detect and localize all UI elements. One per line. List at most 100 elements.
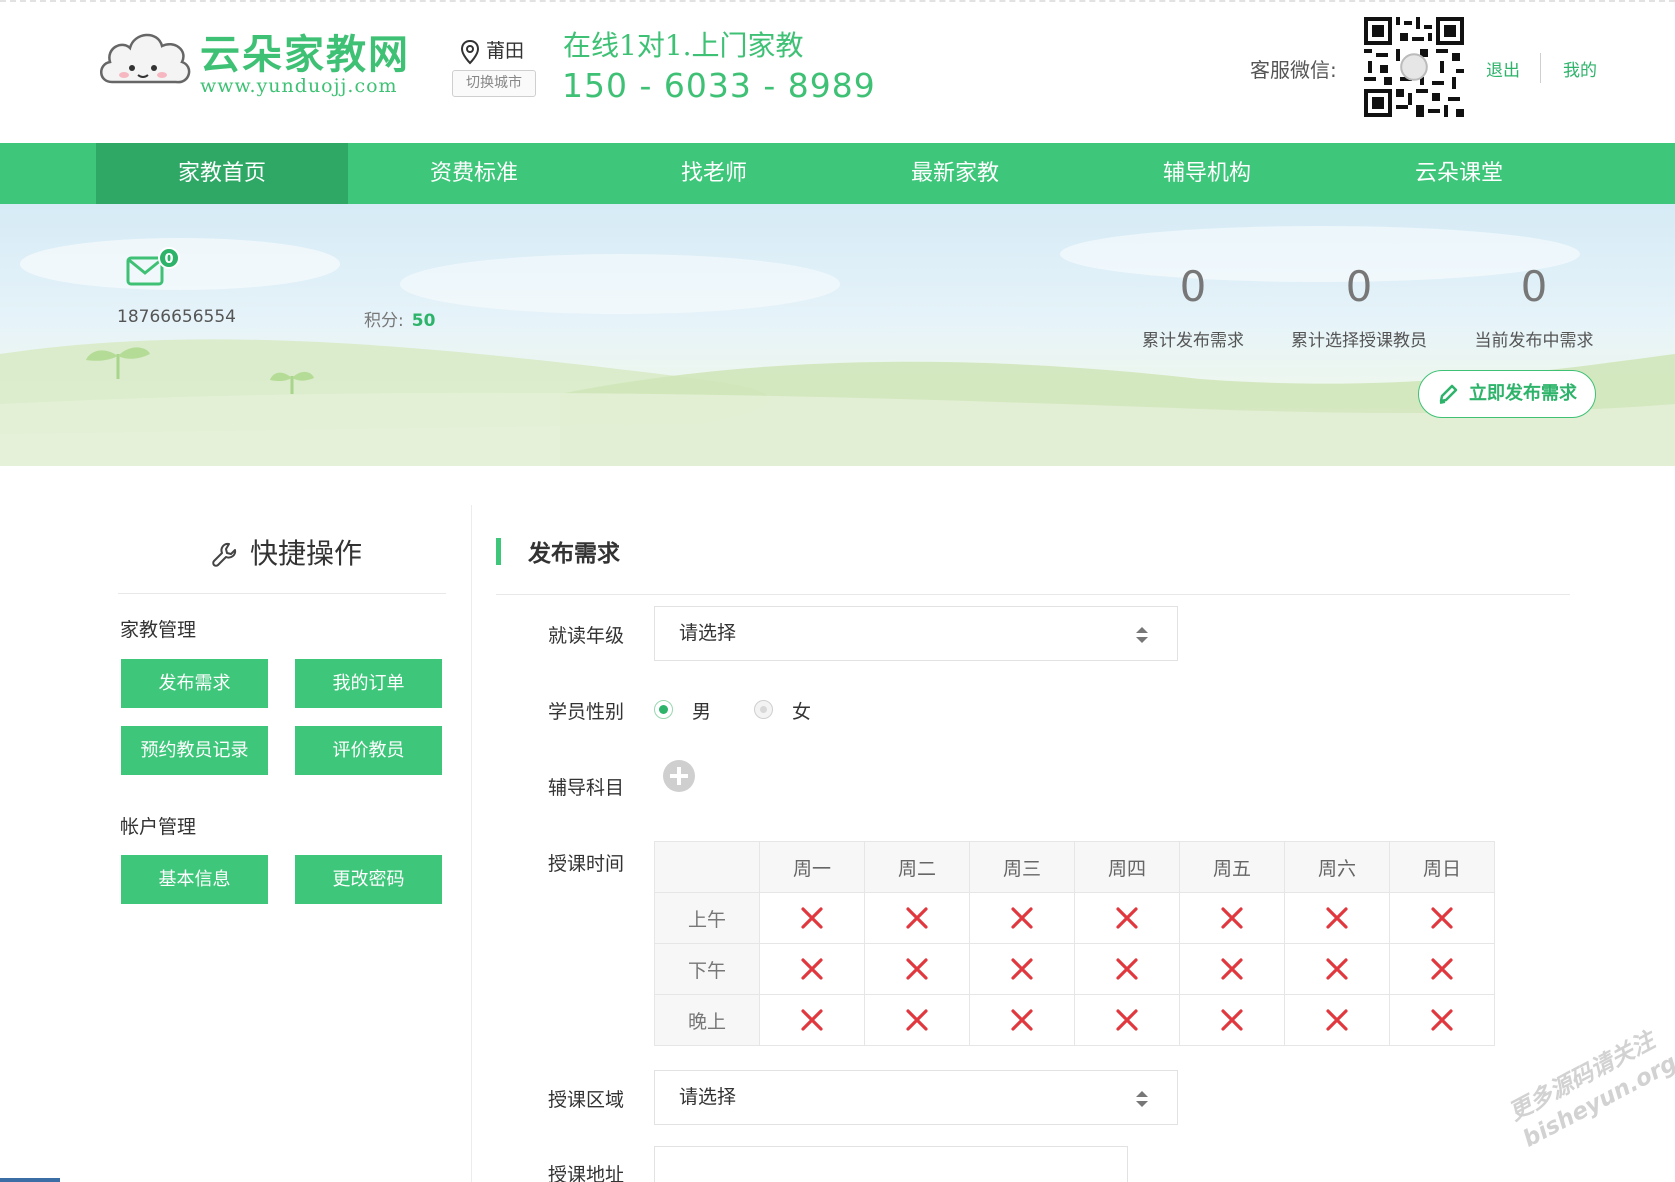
stat-total-selected-teachers: 0 累计选择授课教员 — [1279, 262, 1439, 351]
unavailable-x-icon — [1011, 1009, 1033, 1031]
time-label: 授课时间 — [548, 853, 625, 875]
gender-female-radio[interactable] — [754, 700, 773, 719]
period-header: 下午 — [654, 943, 760, 995]
schedule-slot[interactable] — [969, 994, 1075, 1046]
nav-item-pricing[interactable]: 资费标准 — [348, 143, 600, 204]
stat-current-published: 0 当前发布中需求 — [1454, 262, 1614, 351]
slogan: 在线1对1.上门家教 — [563, 29, 804, 62]
gender-male-radio[interactable] — [654, 700, 673, 719]
subject-label: 辅导科目 — [548, 777, 625, 799]
stat-value: 0 — [1179, 262, 1207, 311]
schedule-table: 周一 周二 周三 周四 周五 周六 周日 上午 下午 晚上 — [654, 841, 1495, 1046]
period-header: 晚上 — [654, 994, 760, 1046]
nav-item-home[interactable]: 家教首页 — [96, 143, 348, 204]
sidebar-basic-info-button[interactable]: 基本信息 — [121, 855, 268, 904]
points: 积分: 50 — [364, 306, 435, 331]
nav-item-latest-tutoring[interactable]: 最新家教 — [829, 143, 1081, 204]
switch-city-button[interactable]: 切换城市 — [452, 70, 536, 97]
logout-link[interactable]: 退出 — [1486, 56, 1520, 81]
gender-label: 学员性别 — [548, 701, 625, 723]
sidebar-divider — [118, 593, 446, 594]
schedule-slot[interactable] — [759, 943, 865, 995]
day-header: 周二 — [864, 841, 970, 893]
unavailable-x-icon — [801, 1009, 823, 1031]
nav-item-find-teacher[interactable]: 找老师 — [588, 143, 840, 204]
unavailable-x-icon — [1221, 1009, 1243, 1031]
group-tutoring-management: 家教管理 — [120, 619, 197, 641]
sidebar-rate-teacher-button[interactable]: 评价教员 — [295, 726, 442, 775]
bottom-edge-bar — [0, 1178, 60, 1182]
section-accent-bar — [496, 538, 501, 565]
site-logo[interactable]: 云朵家教网 www.yunduojj.com — [96, 20, 426, 100]
sidebar-booking-records-button[interactable]: 预约教员记录 — [121, 726, 268, 775]
sidebar-publish-request-button[interactable]: 发布需求 — [121, 659, 268, 708]
stat-label: 累计发布需求 — [1142, 331, 1244, 351]
sidebar-change-password-button[interactable]: 更改密码 — [295, 855, 442, 904]
nav-item-classroom[interactable]: 云朵课堂 — [1333, 143, 1585, 204]
current-city: 莆田 — [460, 36, 524, 65]
grade-select[interactable]: 请选择 — [654, 606, 1178, 661]
unavailable-x-icon — [1221, 958, 1243, 980]
nav-item-institutions[interactable]: 辅导机构 — [1081, 143, 1333, 204]
schedule-slot[interactable] — [759, 994, 865, 1046]
mine-link[interactable]: 我的 — [1563, 56, 1597, 81]
sidebar-my-orders-button[interactable]: 我的订单 — [295, 659, 442, 708]
schedule-slot[interactable] — [969, 892, 1075, 944]
unavailable-x-icon — [1326, 1009, 1348, 1031]
address-label: 授课地址 — [548, 1164, 625, 1182]
schedule-slot[interactable] — [1389, 943, 1495, 995]
schedule-slot[interactable] — [1074, 943, 1180, 995]
day-header: 周一 — [759, 841, 865, 893]
schedule-slot[interactable] — [759, 892, 865, 944]
schedule-slot[interactable] — [1074, 892, 1180, 944]
schedule-slot[interactable] — [1284, 943, 1390, 995]
logo-url: www.yunduojj.com — [200, 75, 398, 97]
stat-label: 累计选择授课教员 — [1291, 331, 1427, 351]
publish-request-button[interactable]: 立即发布需求 — [1418, 370, 1596, 418]
schedule-slot[interactable] — [1179, 892, 1285, 944]
add-subject-plus-icon[interactable] — [662, 759, 696, 793]
top-dashed-line — [0, 0, 1675, 6]
area-select[interactable]: 请选择 — [654, 1070, 1178, 1125]
area-label: 授课区域 — [548, 1089, 625, 1111]
schedule-slot[interactable] — [1284, 994, 1390, 1046]
unavailable-x-icon — [1326, 958, 1348, 980]
section-title: 发布需求 — [528, 541, 620, 567]
schedule-slot[interactable] — [864, 892, 970, 944]
stat-label: 当前发布中需求 — [1474, 331, 1594, 351]
location-pin-icon — [460, 39, 480, 64]
address-input[interactable] — [654, 1146, 1128, 1182]
unavailable-x-icon — [1116, 907, 1138, 929]
day-header: 周日 — [1389, 841, 1495, 893]
schedule-slot[interactable] — [1179, 943, 1285, 995]
schedule-slot[interactable] — [1074, 994, 1180, 1046]
day-header: 周六 — [1284, 841, 1390, 893]
stat-value: 0 — [1345, 262, 1373, 311]
publish-request-label: 立即发布需求 — [1469, 383, 1577, 404]
unavailable-x-icon — [906, 1009, 928, 1031]
main-nav: 家教首页 资费标准 找老师 最新家教 辅导机构 云朵课堂 — [0, 143, 1675, 204]
schedule-slot[interactable] — [864, 943, 970, 995]
user-phone: 18766656554 — [117, 307, 236, 327]
unavailable-x-icon — [1431, 1009, 1453, 1031]
unavailable-x-icon — [1431, 958, 1453, 980]
day-header: 周三 — [969, 841, 1075, 893]
schedule-row: 晚上 — [654, 994, 1495, 1046]
wechat-qr-code — [1364, 17, 1464, 117]
schedule-slot[interactable] — [1389, 892, 1495, 944]
sidebar-title-text: 快捷操作 — [250, 537, 363, 570]
hotline-phone: 150 - 6033 - 8989 — [562, 66, 876, 105]
unavailable-x-icon — [1326, 907, 1348, 929]
logo-name: 云朵家教网 — [200, 31, 410, 78]
schedule-slot[interactable] — [864, 994, 970, 1046]
select-arrows-icon — [1136, 627, 1148, 643]
schedule-slot[interactable] — [1284, 892, 1390, 944]
day-header: 周五 — [1179, 841, 1285, 893]
wechat-label: 客服微信: — [1250, 58, 1337, 82]
schedule-slot[interactable] — [969, 943, 1075, 995]
schedule-slot[interactable] — [1179, 994, 1285, 1046]
user-links: 退出 我的 — [1486, 52, 1597, 84]
area-select-value: 请选择 — [679, 1086, 737, 1108]
schedule-row: 下午 — [654, 943, 1495, 995]
schedule-slot[interactable] — [1389, 994, 1495, 1046]
